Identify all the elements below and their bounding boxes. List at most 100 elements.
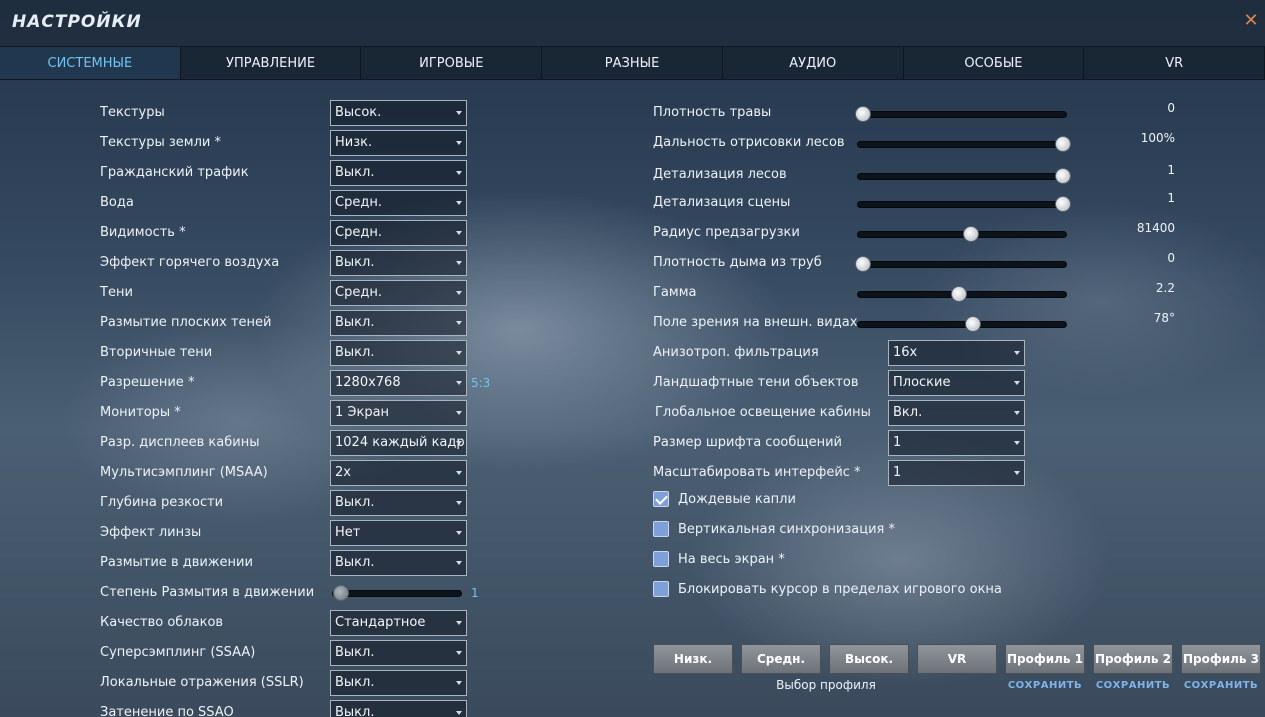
setting-slider[interactable] bbox=[855, 256, 1067, 272]
setting-label: Размытие в движении bbox=[100, 555, 253, 570]
save-profile-1-link[interactable]: СОХРАНИТЬ bbox=[1005, 680, 1085, 691]
setting-dropdown[interactable]: 1280x768 bbox=[330, 370, 467, 396]
chevron-down-icon bbox=[456, 171, 462, 175]
setting-dropdown[interactable]: Высок. bbox=[330, 100, 467, 126]
slider-knob[interactable] bbox=[855, 256, 871, 272]
profile-1-button[interactable]: Профиль 1 bbox=[1005, 644, 1085, 674]
chevron-down-icon bbox=[456, 321, 462, 325]
setting-slider[interactable] bbox=[857, 226, 1067, 242]
dropdown-value: Высок. bbox=[335, 105, 382, 120]
setting-slider[interactable] bbox=[857, 196, 1071, 212]
setting-dropdown[interactable]: Выкл. bbox=[330, 700, 467, 717]
dropdown-value: 16x bbox=[893, 345, 918, 360]
setting-dropdown[interactable]: Выкл. bbox=[330, 670, 467, 696]
slider-knob[interactable] bbox=[855, 106, 871, 122]
slider-knob[interactable] bbox=[1055, 168, 1071, 184]
profile-2-button[interactable]: Профиль 2 bbox=[1093, 644, 1173, 674]
preset-high-button[interactable]: Высок. bbox=[829, 644, 909, 674]
slider-value: 2.2 bbox=[1155, 281, 1175, 295]
tab-audio[interactable]: АУДИО bbox=[723, 47, 904, 79]
setting-label: Разр. дисплеев кабины bbox=[100, 435, 260, 450]
dropdown-value: Нет bbox=[335, 525, 361, 540]
slider-knob[interactable] bbox=[965, 316, 981, 332]
setting-dropdown[interactable]: 1 bbox=[888, 460, 1025, 486]
slider-knob[interactable] bbox=[951, 286, 967, 302]
slider-knob[interactable] bbox=[1055, 196, 1071, 212]
setting-dropdown[interactable]: Выкл. bbox=[330, 310, 467, 336]
slider-value: 0 bbox=[1167, 251, 1175, 265]
setting-label: Локальные отражения (SSLR) bbox=[100, 675, 304, 690]
setting-dropdown[interactable]: 1 Экран bbox=[330, 400, 467, 426]
setting-dropdown[interactable]: Выкл. bbox=[330, 640, 467, 666]
setting-dropdown[interactable]: Вкл. bbox=[888, 400, 1025, 426]
save-profile-2-link[interactable]: СОХРАНИТЬ bbox=[1093, 680, 1173, 691]
setting-dropdown[interactable]: Выкл. bbox=[330, 250, 467, 276]
tab-controls[interactable]: УПРАВЛЕНИЕ bbox=[181, 47, 362, 79]
slider-label: Детализация сцены bbox=[653, 195, 791, 210]
setting-slider[interactable] bbox=[857, 316, 1067, 332]
setting-label: Анизотроп. фильтрация bbox=[653, 345, 819, 360]
dropdown-value: 1024 каждый кадр bbox=[335, 435, 465, 450]
setting-dropdown[interactable]: Средн. bbox=[330, 220, 467, 246]
setting-slider[interactable] bbox=[857, 286, 1067, 302]
slider-label: Дальность отрисовки лесов bbox=[653, 135, 845, 150]
setting-dropdown[interactable]: Выкл. bbox=[330, 340, 467, 366]
dropdown-value: 1 bbox=[893, 465, 902, 480]
setting-dropdown[interactable]: 1024 каждый кадр bbox=[330, 430, 467, 456]
checkbox[interactable] bbox=[653, 581, 669, 597]
setting-slider[interactable] bbox=[857, 168, 1071, 184]
checkbox[interactable] bbox=[653, 521, 669, 537]
checkbox[interactable] bbox=[653, 491, 669, 507]
close-icon[interactable]: ✕ bbox=[1241, 11, 1261, 31]
dropdown-value: Выкл. bbox=[335, 705, 375, 717]
setting-dropdown[interactable]: Выкл. bbox=[330, 160, 467, 186]
setting-dropdown[interactable]: Плоские bbox=[888, 370, 1025, 396]
slider-label: Плотность дыма из труб bbox=[653, 255, 822, 270]
slider-knob[interactable] bbox=[1055, 136, 1071, 152]
preset-medium-button[interactable]: Средн. bbox=[741, 644, 821, 674]
tab-gameplay[interactable]: ИГРОВЫЕ bbox=[361, 47, 543, 79]
chevron-down-icon bbox=[456, 531, 462, 535]
chevron-down-icon bbox=[456, 411, 462, 415]
motion-blur-slider[interactable] bbox=[332, 585, 462, 601]
setting-label: Глобальное освещение кабины bbox=[655, 405, 871, 420]
chevron-down-icon bbox=[1014, 411, 1020, 415]
setting-label: Масштабировать интерфейс * bbox=[653, 465, 861, 480]
setting-label: Гражданский трафик bbox=[100, 165, 249, 180]
preset-vr-button[interactable]: VR bbox=[917, 644, 997, 674]
setting-dropdown[interactable]: Низк. bbox=[330, 130, 467, 156]
slider-knob[interactable] bbox=[963, 226, 979, 242]
setting-dropdown[interactable]: Средн. bbox=[330, 280, 467, 306]
slider-knob[interactable] bbox=[333, 585, 349, 601]
setting-dropdown[interactable]: Нет bbox=[330, 520, 467, 546]
setting-dropdown[interactable]: Выкл. bbox=[330, 550, 467, 576]
setting-dropdown[interactable]: 2x bbox=[330, 460, 467, 486]
dropdown-value: Средн. bbox=[335, 225, 382, 240]
preset-low-button[interactable]: Низк. bbox=[653, 644, 733, 674]
setting-dropdown[interactable]: Стандартное bbox=[330, 610, 467, 636]
profile-3-button[interactable]: Профиль 3 bbox=[1181, 644, 1261, 674]
setting-slider[interactable] bbox=[857, 136, 1071, 152]
dropdown-value: 1280x768 bbox=[335, 375, 401, 390]
setting-dropdown[interactable]: 1 bbox=[888, 430, 1025, 456]
setting-label: Степень Размытия в движении bbox=[100, 585, 315, 600]
checkbox-label: Дождевые капли bbox=[678, 492, 796, 507]
chevron-down-icon bbox=[456, 681, 462, 685]
chevron-down-icon bbox=[1014, 381, 1020, 385]
setting-dropdown[interactable]: 16x bbox=[888, 340, 1025, 366]
setting-slider[interactable] bbox=[855, 106, 1067, 122]
tab-vr[interactable]: VR bbox=[1084, 47, 1265, 79]
tab-misc[interactable]: РАЗНЫЕ bbox=[542, 47, 723, 79]
setting-dropdown[interactable]: Средн. bbox=[330, 190, 467, 216]
aspect-ratio-hint: 5:3 bbox=[471, 376, 491, 390]
setting-label: Качество облаков bbox=[100, 615, 224, 630]
dropdown-value: Плоские bbox=[893, 375, 951, 390]
setting-dropdown[interactable]: Выкл. bbox=[330, 490, 467, 516]
save-profile-3-link[interactable]: СОХРАНИТЬ bbox=[1181, 680, 1261, 691]
tab-special[interactable]: ОСОБЫЕ bbox=[904, 47, 1085, 79]
dropdown-value: Выкл. bbox=[335, 645, 375, 660]
dropdown-value: 1 Экран bbox=[335, 405, 390, 420]
slider-value: 81400 bbox=[1136, 221, 1175, 235]
checkbox[interactable] bbox=[653, 551, 669, 567]
tab-system[interactable]: СИСТЕМНЫЕ bbox=[0, 47, 181, 79]
